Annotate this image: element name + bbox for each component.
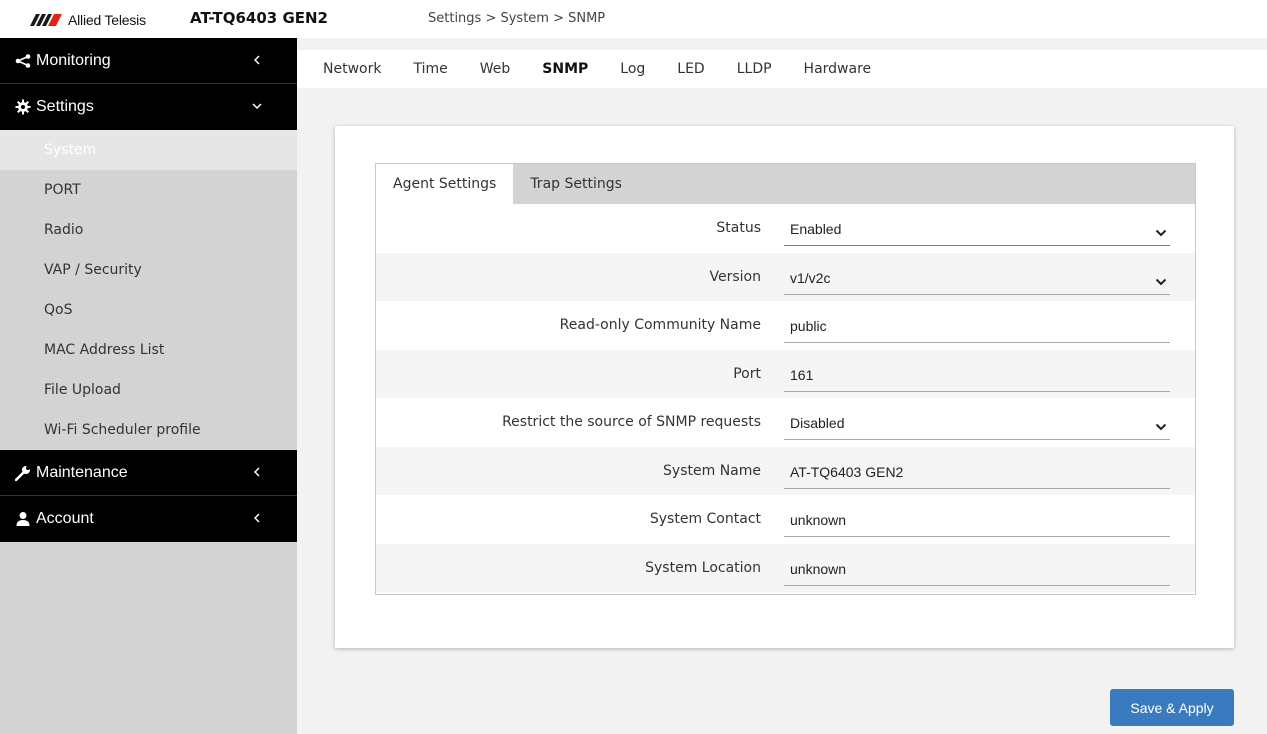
top-bar: Allied Telesis AT-TQ6403 GEN2 Settings >…: [0, 0, 1267, 38]
allied-telesis-logo: Allied Telesis: [30, 10, 146, 30]
restrict-label: Restrict the source of SNMP requests: [502, 414, 761, 431]
sidebar-item-system[interactable]: System: [0, 130, 297, 170]
sidebar-item-port[interactable]: PORT: [0, 170, 297, 210]
community-input[interactable]: public: [784, 305, 1170, 343]
sidebar-group-account[interactable]: Account: [0, 496, 297, 542]
tab-led[interactable]: LED: [677, 61, 704, 77]
port-row: Port 161: [376, 349, 1195, 398]
tab-time[interactable]: Time: [413, 61, 447, 77]
subtab-trap-settings[interactable]: Trap Settings: [513, 164, 639, 204]
chevron-left-icon: [249, 464, 265, 480]
port-input[interactable]: 161: [784, 354, 1170, 392]
status-value: Enabled: [790, 221, 842, 237]
snmp-subtabs: Agent Settings Trap Settings: [376, 164, 1195, 204]
gear-icon: [14, 98, 32, 116]
sidebar-group-maintenance[interactable]: Maintenance: [0, 450, 297, 496]
tab-lldp[interactable]: LLDP: [737, 61, 772, 77]
tab-snmp[interactable]: SNMP: [542, 61, 588, 77]
status-select[interactable]: Enabled: [784, 208, 1170, 246]
snmp-panel: Agent Settings Trap Settings Status Enab…: [375, 163, 1196, 595]
status-label: Status: [716, 220, 761, 237]
breadcrumb: Settings > System > SNMP: [428, 11, 606, 26]
community-row: Read-only Community Name public: [376, 301, 1195, 350]
sidebar-group-settings[interactable]: Settings: [0, 84, 297, 130]
sidebar-item-vap-security[interactable]: VAP / Security: [0, 250, 297, 290]
system-name-input[interactable]: AT-TQ6403 GEN2: [784, 451, 1170, 489]
settings-tab-bar: Network Time Web SNMP Log LED LLDP Hardw…: [297, 50, 1267, 88]
tab-web[interactable]: Web: [480, 61, 511, 77]
subtab-agent-settings[interactable]: Agent Settings: [376, 164, 514, 204]
sidebar-group-label: Maintenance: [36, 463, 128, 481]
system-contact-label: System Contact: [649, 511, 761, 528]
chevron-left-icon: [249, 52, 265, 68]
sidebar-item-wifi-scheduler[interactable]: Wi-Fi Scheduler profile: [0, 410, 297, 450]
sidebar-group-monitoring[interactable]: Monitoring: [0, 38, 297, 84]
system-contact-value: unknown: [790, 512, 847, 528]
version-row: Version v1/v2c: [376, 252, 1195, 301]
tab-log[interactable]: Log: [620, 61, 645, 77]
system-name-label: System Name: [663, 462, 761, 479]
port-label: Port: [733, 365, 761, 382]
sidebar-group-label: Settings: [36, 98, 94, 115]
system-location-value: unknown: [790, 560, 847, 577]
restrict-select[interactable]: Disabled: [784, 402, 1170, 440]
system-location-label: System Location: [645, 559, 761, 576]
chevron-down-icon: [1154, 226, 1168, 240]
sidebar-item-mac-address-list[interactable]: MAC Address List: [0, 330, 297, 370]
community-value: public: [790, 318, 827, 334]
sidebar: Monitoring Settings System PORT Radio VA…: [0, 38, 297, 734]
chevron-down-icon: [1154, 275, 1168, 289]
system-contact-input[interactable]: unknown: [784, 499, 1170, 537]
system-location-input[interactable]: unknown: [784, 548, 1170, 586]
user-icon: [14, 510, 32, 528]
system-contact-row: System Contact unknown: [376, 495, 1195, 544]
chevron-down-icon: [249, 98, 265, 114]
chevron-left-icon: [249, 510, 265, 526]
chevron-down-icon: [1154, 420, 1168, 434]
sidebar-group-label: Account: [36, 510, 94, 527]
port-value: 161: [790, 366, 814, 383]
snmp-card: Agent Settings Trap Settings Status Enab…: [335, 126, 1234, 648]
sidebar-item-file-upload[interactable]: File Upload: [0, 370, 297, 410]
device-model: AT-TQ6403 GEN2: [190, 9, 328, 27]
system-name-value: AT-TQ6403 GEN2: [790, 463, 904, 480]
version-label: Version: [709, 268, 761, 285]
wrench-icon: [14, 464, 32, 482]
restrict-row: Restrict the source of SNMP requests Dis…: [376, 398, 1195, 447]
tab-network[interactable]: Network: [323, 61, 381, 77]
community-label: Read-only Community Name: [559, 317, 761, 334]
brand-name: Allied Telesis: [68, 12, 146, 28]
sidebar-item-radio[interactable]: Radio: [0, 210, 297, 250]
status-row: Status Enabled: [376, 204, 1195, 253]
version-value: v1/v2c: [790, 269, 831, 286]
restrict-value: Disabled: [790, 415, 845, 431]
share-icon: [14, 52, 32, 70]
save-apply-button[interactable]: Save & Apply: [1110, 689, 1234, 726]
system-location-row: System Location unknown: [376, 543, 1195, 592]
main-content: Network Time Web SNMP Log LED LLDP Hardw…: [297, 38, 1267, 734]
sidebar-item-qos[interactable]: QoS: [0, 290, 297, 330]
system-name-row: System Name AT-TQ6403 GEN2: [376, 446, 1195, 495]
tab-hardware[interactable]: Hardware: [804, 61, 872, 77]
version-select[interactable]: v1/v2c: [784, 257, 1170, 295]
sidebar-group-label: Monitoring: [36, 51, 111, 69]
